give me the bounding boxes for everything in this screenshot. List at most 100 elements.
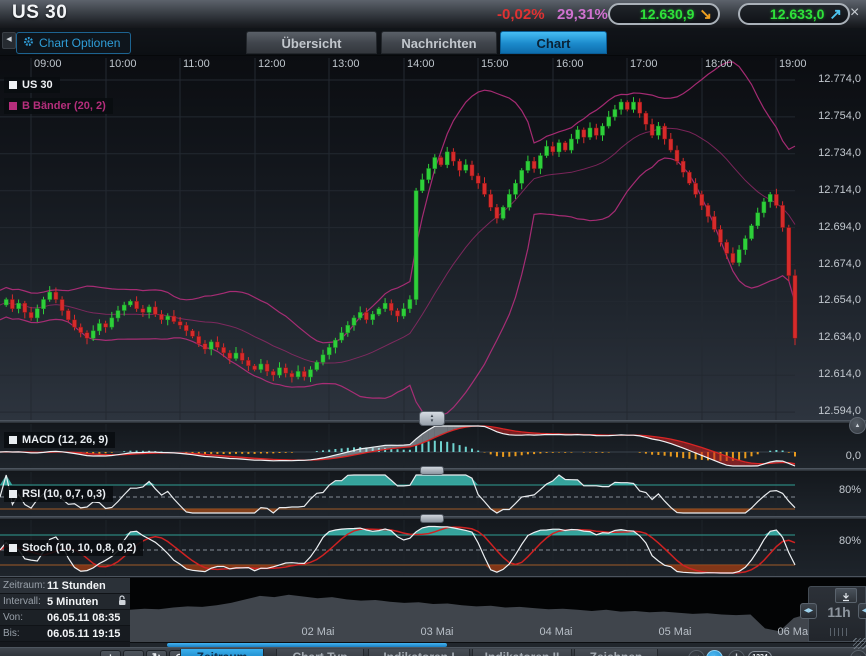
- legend-label: Stoch (10, 10, 0,8, 0,2): [22, 542, 136, 554]
- navigator-silhouette: [130, 595, 866, 642]
- pencil-icon[interactable]: [688, 650, 705, 656]
- trading-app: US 30 -0,02% 29,31% 12.630,9 ↘ 12.633,0 …: [0, 0, 866, 656]
- price-label: 12.754,0: [797, 110, 861, 122]
- navigator-area-chart[interactable]: [130, 578, 866, 642]
- tab-uebersicht[interactable]: Übersicht: [246, 31, 377, 54]
- symbol-title: US 30: [12, 2, 67, 24]
- toolbar-tab-indikatoren-ii[interactable]: Indikatoren II: [472, 649, 572, 656]
- price-label: 12.614,0: [797, 368, 861, 380]
- price-axis: 12.774,012.754,012.734,012.714,012.694,0…: [795, 56, 866, 420]
- navigator-next-button[interactable]: ◀▶: [858, 603, 866, 619]
- legend-label: B Bänder (20, 2): [22, 100, 106, 112]
- collapse-panel-handle[interactable]: [420, 514, 444, 523]
- toolbar-tab-indikatoren-i[interactable]: Indikatoren I: [368, 649, 470, 656]
- info-label: Zeitraum:: [3, 580, 47, 591]
- resize-handle[interactable]: [853, 638, 866, 649]
- price-label: 12.694,0: [797, 221, 861, 233]
- collapse-navigator-button[interactable]: [835, 588, 857, 603]
- time-label: 14:00: [407, 58, 435, 70]
- info-row: Zeitraum:11 Stunden: [0, 578, 130, 594]
- navigator-date-label: 05 Mai: [658, 626, 691, 638]
- info-label: Von:: [3, 612, 47, 623]
- info-value: 5 Minuten: [47, 596, 98, 608]
- tab-chart[interactable]: Chart: [500, 31, 607, 54]
- lock-icon[interactable]: [117, 593, 127, 611]
- toolbar-tab-zeichnen[interactable]: Zeichnen: [574, 649, 658, 656]
- macd-chart[interactable]: [0, 424, 866, 468]
- stoch-oversold-fill: [0, 565, 795, 573]
- navigator-control-panel: ◀▶ 11h ◀▶: [808, 586, 866, 642]
- sell-price: 12.630,9: [640, 6, 695, 22]
- bottom-toolbar: +−↻⊘ZeitraumChart TypIndikatoren IIndika…: [0, 647, 866, 656]
- legend-swatch: [9, 81, 17, 89]
- legend-label: US 30: [22, 79, 53, 91]
- zoom-out-button[interactable]: −: [123, 650, 144, 656]
- navigator-date-label: 06 Mai: [777, 626, 810, 638]
- rsi-axis-label: 80%: [839, 484, 861, 496]
- info-label: Bis:: [3, 628, 47, 639]
- up-trend-arrow-icon: ↗: [829, 7, 842, 22]
- time-label: 13:00: [332, 58, 360, 70]
- navigator-date-label: 04 Mai: [539, 626, 572, 638]
- left-right-arrows-icon: ◀▶: [862, 608, 866, 614]
- candlestick-chart[interactable]: [0, 56, 866, 420]
- info-value: 06.05.11 19:15: [47, 628, 120, 640]
- legend-swatch: [9, 102, 17, 110]
- price-label: 12.674,0: [797, 258, 861, 270]
- crosshair-icon[interactable]: [728, 650, 745, 656]
- header: US 30 -0,02% 29,31% 12.630,9 ↘ 12.633,0 …: [0, 0, 866, 28]
- draw-pencil-icon[interactable]: [850, 650, 866, 656]
- close-icon[interactable]: ×: [850, 4, 859, 22]
- down-trend-arrow-icon: ↘: [699, 7, 712, 22]
- price-label: 12.654,0: [797, 294, 861, 306]
- rsi-chart[interactable]: [0, 472, 866, 516]
- toolbar-tab-chart-typ[interactable]: Chart Typ: [276, 649, 364, 656]
- toolbar-tab-zeitraum[interactable]: Zeitraum: [180, 649, 264, 656]
- refresh-button[interactable]: ↻: [146, 650, 167, 656]
- left-right-arrows-icon: ◀▶: [804, 608, 813, 614]
- timeline-navigator[interactable]: 02 Mai 03 Mai 04 Mai 05 Mai 06 Mai: [130, 578, 866, 642]
- drag-grip[interactable]: [830, 628, 848, 636]
- time-label: 10:00: [109, 58, 137, 70]
- info-row: Intervall:5 Minuten: [0, 594, 130, 610]
- time-label: 12:00: [258, 58, 286, 70]
- zoom-in-button[interactable]: +: [100, 650, 121, 656]
- time-label: 18:00: [705, 58, 733, 70]
- collapse-panel-handle[interactable]: ▲ ▼: [419, 411, 445, 426]
- chart-options-button[interactable]: Chart Optionen: [16, 32, 131, 54]
- tab-nachrichten[interactable]: Nachrichten: [381, 31, 497, 54]
- macd-ribbon: [0, 426, 795, 466]
- collapse-sidebar-button[interactable]: ◀: [2, 32, 16, 49]
- rsi-overbought-fill: [0, 475, 795, 485]
- info-panel: Zeitraum:11 StundenIntervall:5 MinutenVo…: [0, 578, 130, 642]
- info-row: Von:06.05.11 08:35: [0, 610, 130, 626]
- navigator-date-label: 03 Mai: [420, 626, 453, 638]
- info-row: Bis:06.05.11 19:15: [0, 626, 130, 642]
- macd-axis-label: 0,0: [846, 450, 861, 462]
- gear-icon: [23, 36, 34, 50]
- collapse-panel-handle[interactable]: [420, 466, 444, 475]
- navigator-prev-button[interactable]: ◀▶: [800, 603, 817, 619]
- rsi-legend: RSI (10, 0,7, 0,3): [4, 486, 113, 502]
- rsi-panel: [0, 472, 866, 516]
- legend-swatch: [9, 544, 17, 552]
- time-label: 11:00: [183, 58, 210, 70]
- gridlines: [0, 58, 795, 420]
- scroll-up-button[interactable]: ▲: [849, 417, 866, 434]
- buy-price-button[interactable]: 12.633,0 ↗: [738, 3, 850, 25]
- scroll-arrows-icon[interactable]: ▲▼: [706, 650, 723, 656]
- info-value: 11 Stunden: [47, 580, 106, 592]
- window-size-label: 11h: [821, 604, 857, 620]
- range-percent: 29,31%: [557, 6, 608, 23]
- price-label: 12.634,0: [797, 331, 861, 343]
- bollinger-bands: [0, 62, 795, 416]
- numbers-badge-button[interactable]: 1234: [748, 651, 772, 656]
- time-label: 09:00: [34, 58, 62, 70]
- down-arrow-icon: ▼: [430, 419, 434, 424]
- rsi-line: [0, 475, 795, 513]
- info-value: 06.05.11 08:35: [47, 612, 120, 624]
- time-axis: 09:0010:0011:0012:0013:0014:0015:0016:00…: [0, 56, 866, 74]
- navigator-date-label: 02 Mai: [301, 626, 334, 638]
- buy-price: 12.633,0: [770, 6, 825, 22]
- sell-price-button[interactable]: 12.630,9 ↘: [608, 3, 720, 25]
